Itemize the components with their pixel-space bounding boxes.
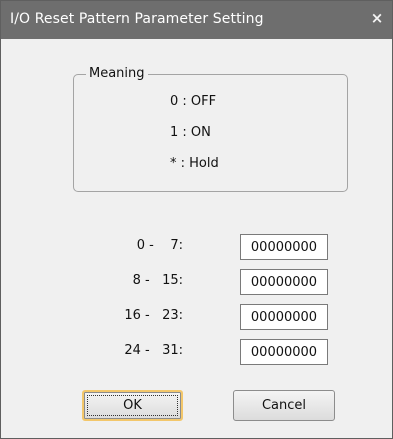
bits-8-15-input[interactable] [240, 269, 328, 295]
meaning-hold-text: * : Hold [170, 156, 219, 171]
title-bar[interactable]: I/O Reset Pattern Parameter Setting × [1, 1, 392, 39]
meaning-legend: Meaning [86, 66, 148, 81]
meaning-off-text: 0 : OFF [170, 94, 217, 109]
bits-8-15-label: 8 - 15: [132, 273, 183, 288]
bits-16-23-label: 16 - 23: [124, 308, 183, 323]
meaning-on-text: 1 : ON [170, 125, 211, 140]
bits-16-23-input[interactable] [240, 304, 328, 330]
bits-0-7-input[interactable] [240, 234, 328, 260]
bits-24-31-label: 24 - 31: [124, 343, 183, 358]
bits-24-31-input[interactable] [240, 339, 328, 365]
cancel-button[interactable]: Cancel [233, 390, 335, 421]
ok-button[interactable]: OK [82, 390, 183, 421]
ok-button-label: OK [123, 398, 142, 413]
io-reset-pattern-dialog: I/O Reset Pattern Parameter Setting × Me… [0, 0, 393, 439]
close-icon[interactable]: × [367, 8, 387, 28]
meaning-groupbox: Meaning 0 : OFF 1 : ON * : Hold [73, 66, 348, 192]
bits-0-7-label: 0 - 7: [136, 238, 183, 253]
window-title: I/O Reset Pattern Parameter Setting [10, 11, 264, 27]
